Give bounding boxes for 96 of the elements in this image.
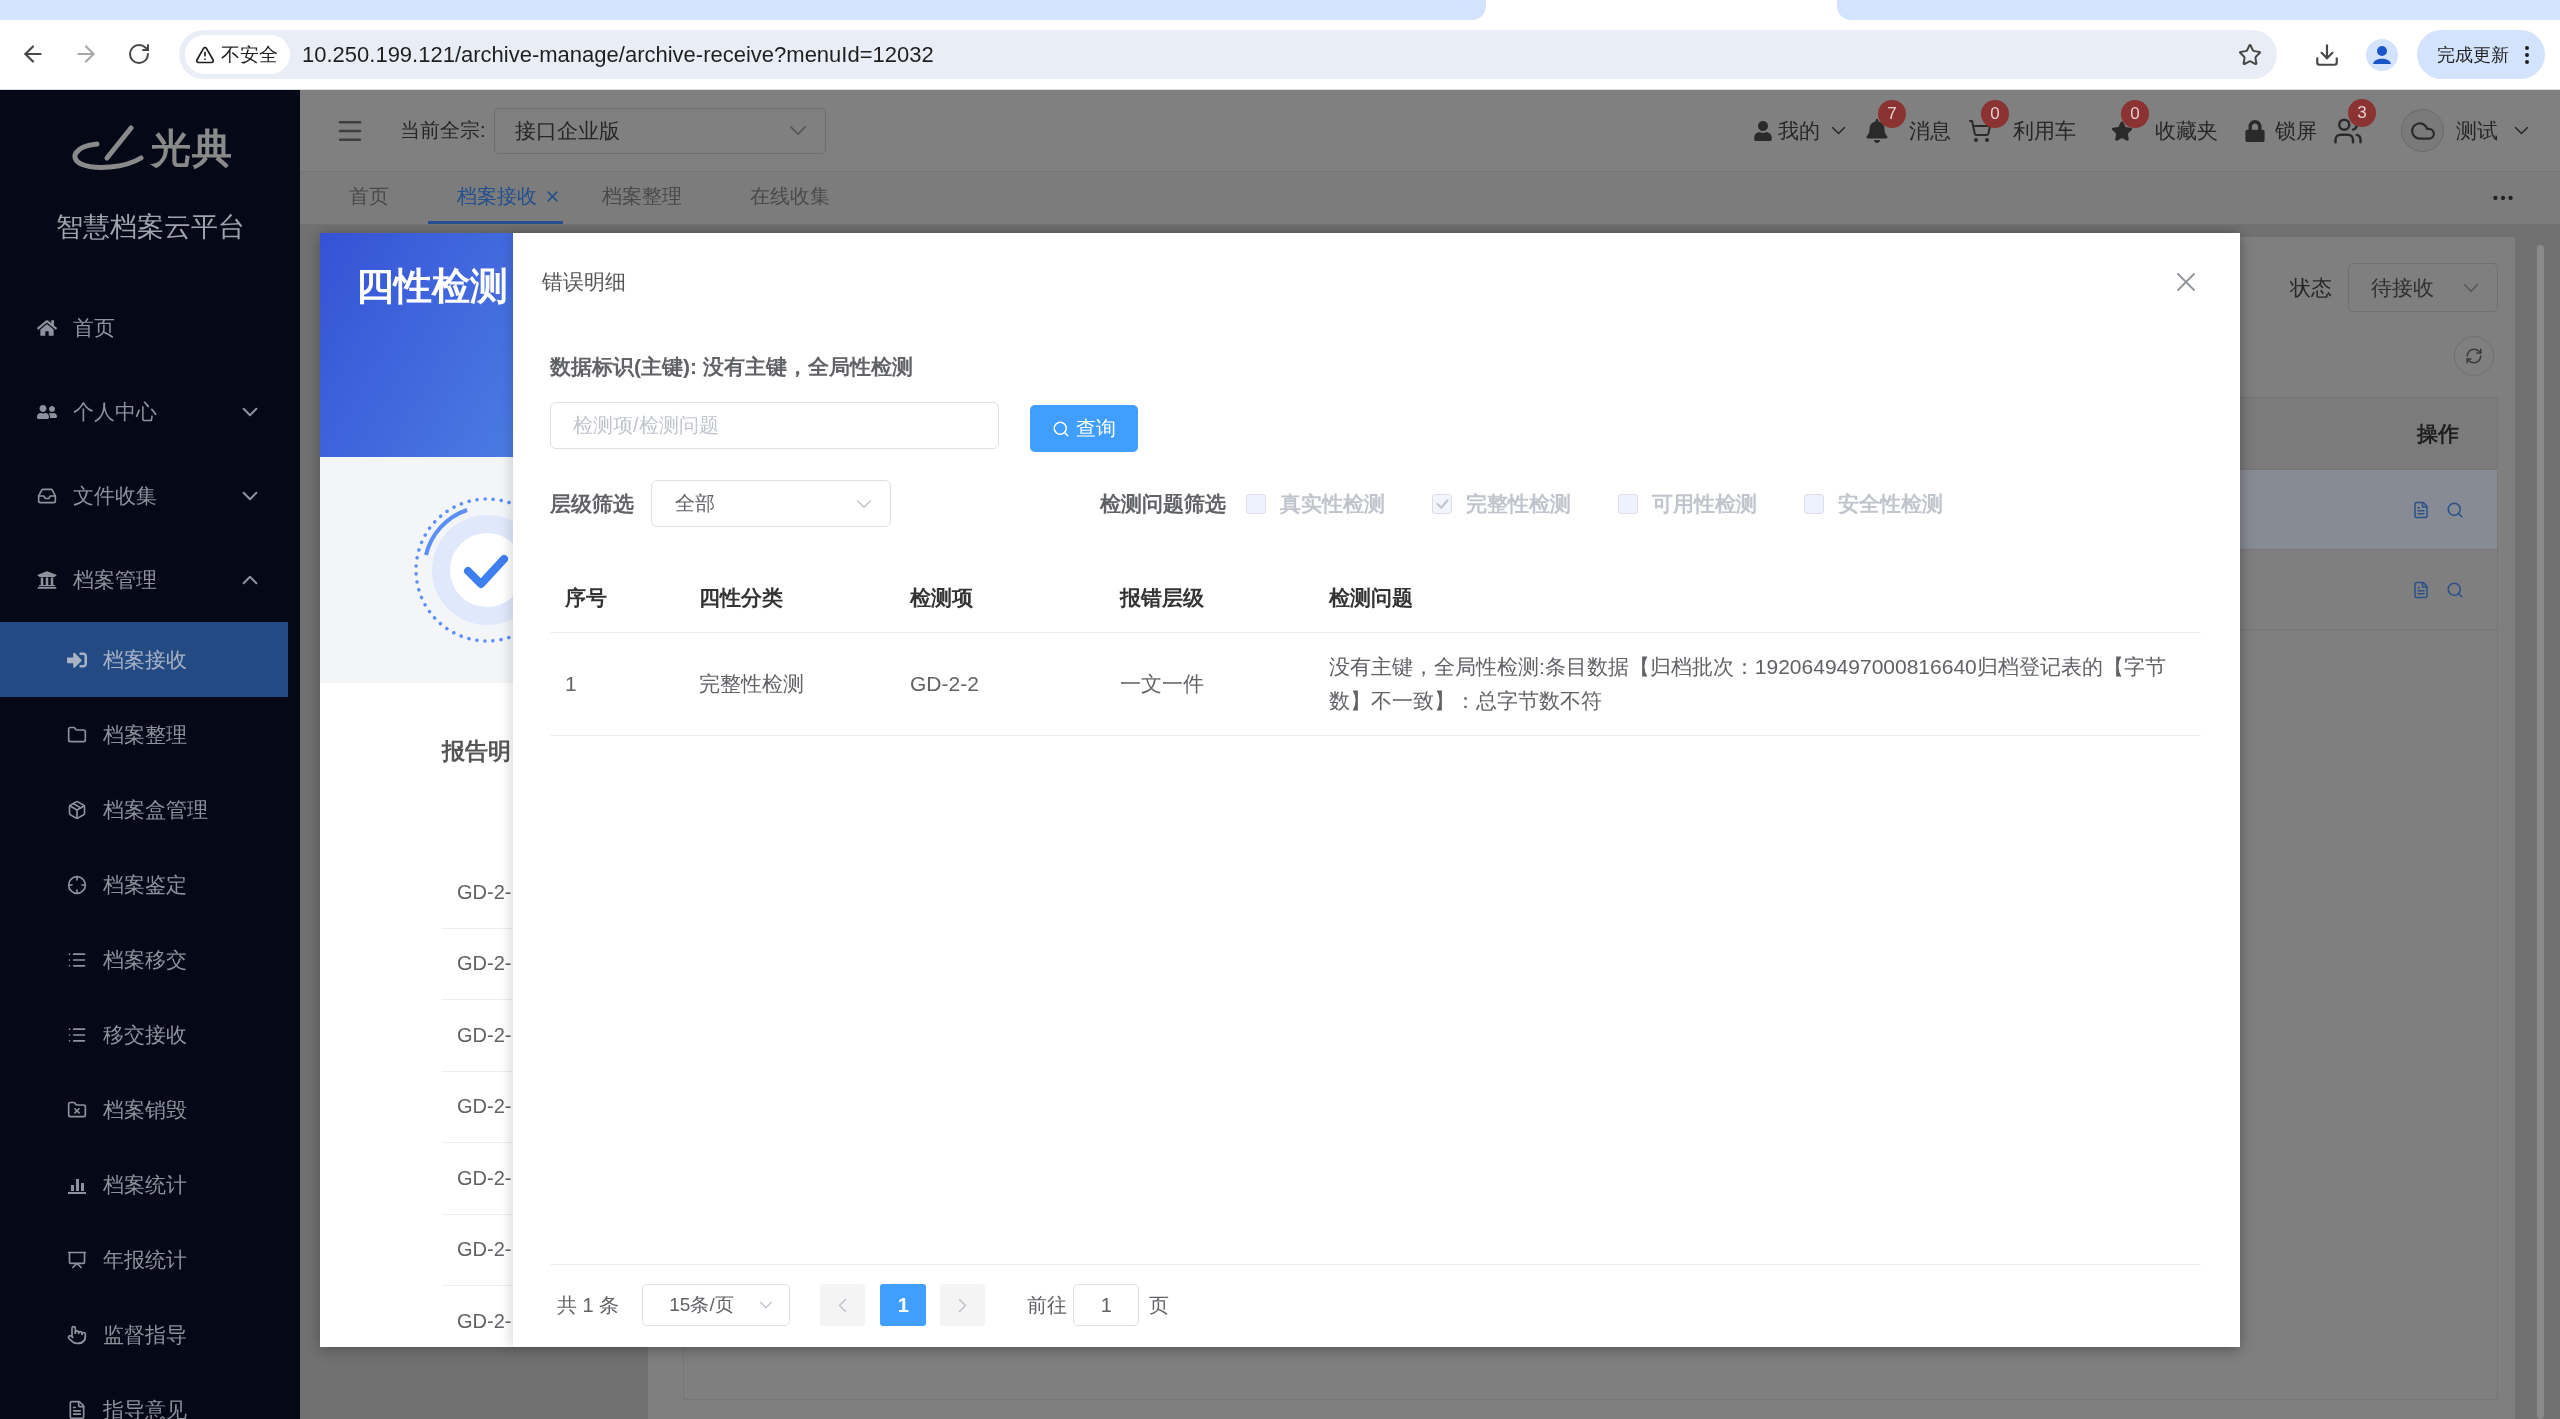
chevron-down-icon — [856, 498, 872, 509]
address-bar[interactable]: 不安全 10.250.199.121/archive-manage/archive-receive?menuId=12032 — [179, 30, 2277, 79]
status-select[interactable]: 待接收 — [2348, 263, 2498, 312]
profile-icon[interactable] — [2366, 39, 2398, 71]
check-icon — [1435, 498, 1449, 509]
column-header: 四性分类 — [698, 584, 784, 611]
fonds-select[interactable]: 接口企业版 — [493, 107, 826, 154]
person-icon — [1753, 120, 1773, 141]
search-icon[interactable] — [2446, 580, 2464, 599]
warning-icon — [195, 44, 215, 65]
user-menu-button[interactable]: 我的 — [1753, 116, 1846, 145]
cloud-avatar-icon[interactable] — [2401, 109, 2444, 152]
section-title: 报告明 — [442, 737, 512, 766]
refresh-icon — [2465, 347, 2483, 365]
count-badge: 0 — [1981, 99, 2009, 128]
chevron-down-icon — [2514, 126, 2529, 135]
fonds-label: 当前全宗: — [400, 118, 486, 143]
menu-item[interactable]: 首页 — [0, 286, 288, 370]
bookmark-star-icon[interactable] — [2238, 42, 2262, 67]
home-icon — [37, 318, 57, 338]
column-header: 序号 — [564, 584, 608, 611]
submenu-item[interactable]: 监督指导 — [0, 1297, 288, 1372]
chevron-down-icon — [1831, 126, 1846, 135]
menu-item[interactable]: 档案管理 — [0, 538, 288, 622]
close-icon[interactable] — [547, 191, 558, 202]
submenu-item[interactable]: 指导意见 — [0, 1372, 288, 1419]
total-count: 共 1 条 — [557, 1292, 620, 1318]
submenu-item[interactable]: 档案盒管理 — [0, 772, 288, 847]
star-icon — [2111, 119, 2133, 142]
chevron-down-icon — [2463, 282, 2479, 293]
bank-icon — [37, 570, 57, 590]
cart-icon — [1968, 118, 1992, 143]
filter-label: 层级筛选 — [550, 490, 634, 517]
reload-icon[interactable] — [127, 42, 151, 66]
document-icon[interactable] — [2412, 500, 2430, 519]
logo-text: 光典 — [151, 126, 233, 170]
scrollbar-thumb[interactable] — [2537, 245, 2544, 1419]
table-cell-text: 一文一件 — [1119, 671, 1205, 697]
submenu-item[interactable]: 档案统计 — [0, 1147, 288, 1222]
folder-x-icon — [67, 1099, 87, 1120]
chevron-right-icon — [958, 1297, 968, 1313]
submenu-item[interactable]: 年报统计 — [0, 1222, 288, 1297]
close-icon[interactable] — [2176, 272, 2196, 292]
filter-label: 检测问题筛选 — [1100, 490, 1226, 517]
submenu-item[interactable]: 档案接收 — [0, 622, 288, 697]
package-icon — [67, 799, 87, 820]
crosshair-icon — [67, 874, 87, 895]
report-title: 四性检测 — [356, 264, 509, 309]
bell-icon — [1865, 118, 1889, 143]
count-badge: 3 — [2348, 98, 2376, 127]
jump-label: 前往 — [1027, 1292, 1068, 1318]
document-icon — [67, 1399, 87, 1419]
hand-pointer-icon — [67, 1324, 87, 1345]
jump-suffix: 页 — [1149, 1292, 1170, 1318]
dialog-title: 错误明细 — [542, 269, 626, 295]
menu-item[interactable]: 文件收集 — [0, 454, 288, 538]
column-header: 报错层级 — [1118, 584, 1205, 611]
page-jump-field[interactable]: 1 — [1073, 1284, 1140, 1326]
menu-item[interactable]: 个人中心 — [0, 370, 288, 454]
submenu-item[interactable]: 档案鉴定 — [0, 847, 288, 922]
column-header: 检测项 — [908, 584, 974, 611]
column-header: 检测问题 — [1327, 584, 1414, 611]
column-header: 操作 — [2415, 420, 2460, 447]
search-field[interactable]: 检测项/检测问题 — [550, 402, 999, 449]
people-icon — [37, 402, 57, 422]
document-icon[interactable] — [2412, 580, 2430, 599]
chevron-down-icon — [759, 1301, 774, 1309]
tray-icon — [37, 486, 57, 506]
submenu-item[interactable]: 档案移交 — [0, 922, 288, 997]
submenu-item[interactable]: 移交接收 — [0, 997, 288, 1072]
submenu-item[interactable]: 档案整理 — [0, 697, 288, 772]
submenu-item[interactable]: 档案销毁 — [0, 1072, 288, 1147]
update-button[interactable]: 完成更新 — [2417, 30, 2545, 79]
level-select[interactable]: 全部 — [651, 480, 891, 527]
table-cell-text: GD-2-2 — [909, 671, 980, 697]
account-menu-button[interactable]: 测试 — [2456, 116, 2529, 145]
filter-label: 状态 — [2290, 274, 2332, 301]
data-id-text: 数据标识(主键): 没有主键，全局性检测 — [550, 354, 914, 380]
lock-screen-button[interactable]: 锁屏 — [2244, 116, 2317, 145]
platform-name: 智慧档案云平台 — [55, 211, 245, 244]
count-badge: 7 — [1878, 99, 1906, 128]
presentation-board-icon — [67, 1249, 87, 1270]
table-cell-text: 没有主键，全局性检测:条目数据【归档批次：1920649497000816640归档登记表的【字节数】不一致】：总字节数不符 — [1328, 654, 2167, 714]
download-icon[interactable] — [2314, 42, 2340, 68]
chevron-down-icon — [788, 125, 807, 136]
lock-icon — [2244, 119, 2266, 142]
count-badge: 0 — [2121, 99, 2149, 128]
table-cell-text: 1 — [564, 671, 578, 697]
chevron-left-icon — [838, 1297, 848, 1313]
security-chip[interactable]: 不安全 — [185, 35, 290, 74]
url-text: 10.250.199.121/archive-manage/archive-receive?menuId=12032 — [302, 41, 934, 68]
search-icon[interactable] — [2446, 500, 2464, 519]
folder-icon — [67, 724, 87, 745]
page-size-select[interactable]: 15条/页 — [642, 1284, 791, 1326]
table-cell-text: 完整性检测 — [698, 671, 805, 697]
search-icon — [1052, 419, 1070, 438]
